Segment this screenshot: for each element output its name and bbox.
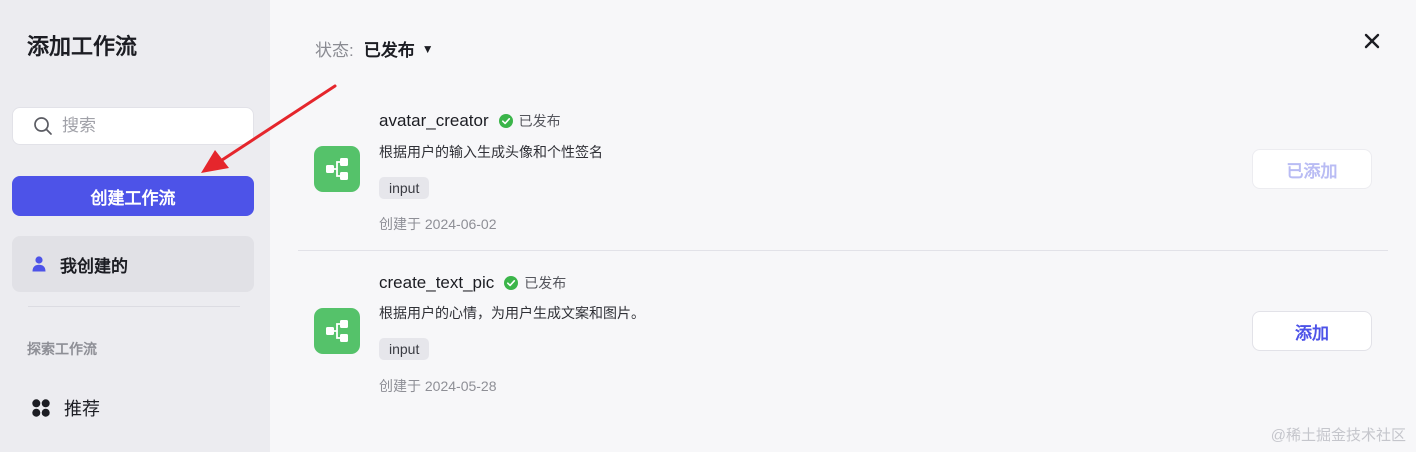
created-date: 创建于 2024-05-28 [379,378,497,394]
added-button[interactable]: 已添加 [1252,149,1372,189]
status-filter[interactable]: 状态: 已发布 ▼ [315,36,434,61]
sidebar: 添加工作流 创建工作流 我创建的 探索工作流 推荐 [0,0,270,452]
status-text: 已发布 [518,113,561,129]
sidebar-item-my-created[interactable]: 我创建的 [12,236,254,292]
workflow-description: 根据用户的心情，为用户生成文案和图片。 [379,305,645,321]
status-filter-label: 状态: [315,41,354,60]
user-icon [32,256,46,272]
workflow-description: 根据用户的输入生成头像和个性签名 [379,144,603,160]
sidebar-item-label: 推荐 [64,399,100,419]
workflow-icon [314,308,360,354]
watermark: @稀土掘金技术社区 [1270,427,1406,444]
workflow-card: create_text_pic 已发布 根据用户的心情，为用户生成文案和图片。 … [298,250,1388,410]
search-icon [34,117,52,135]
input-tag: input [379,338,430,360]
check-circle-icon [504,276,519,290]
created-date: 创建于 2024-06-02 [379,216,497,232]
check-circle-icon [498,114,513,128]
workflow-card: avatar_creator 已发布 根据用户的输入生成头像和个性签名 inpu… [298,90,1388,250]
status-text: 已发布 [524,275,567,291]
status-badge: 已发布 [498,111,561,131]
annotation-arrow-icon [201,84,337,173]
close-icon[interactable] [1361,30,1383,52]
caret-down-icon[interactable]: ▼ [422,42,434,56]
section-label-explore: 探索工作流 [27,341,97,357]
sidebar-item-recommend[interactable]: 推荐 [32,395,100,421]
workflow-name: avatar_creator [379,111,489,130]
status-filter-value[interactable]: 已发布 [364,36,415,61]
sidebar-item-label: 我创建的 [60,256,128,276]
add-button[interactable]: 添加 [1252,311,1372,351]
input-tag: input [379,177,430,199]
dialog-title: 添加工作流 [27,34,138,59]
create-workflow-button[interactable]: 创建工作流 [12,176,254,216]
status-badge: 已发布 [504,273,566,293]
divider [28,306,240,307]
workflow-name: create_text_pic [379,273,495,292]
grid-icon [32,399,50,417]
